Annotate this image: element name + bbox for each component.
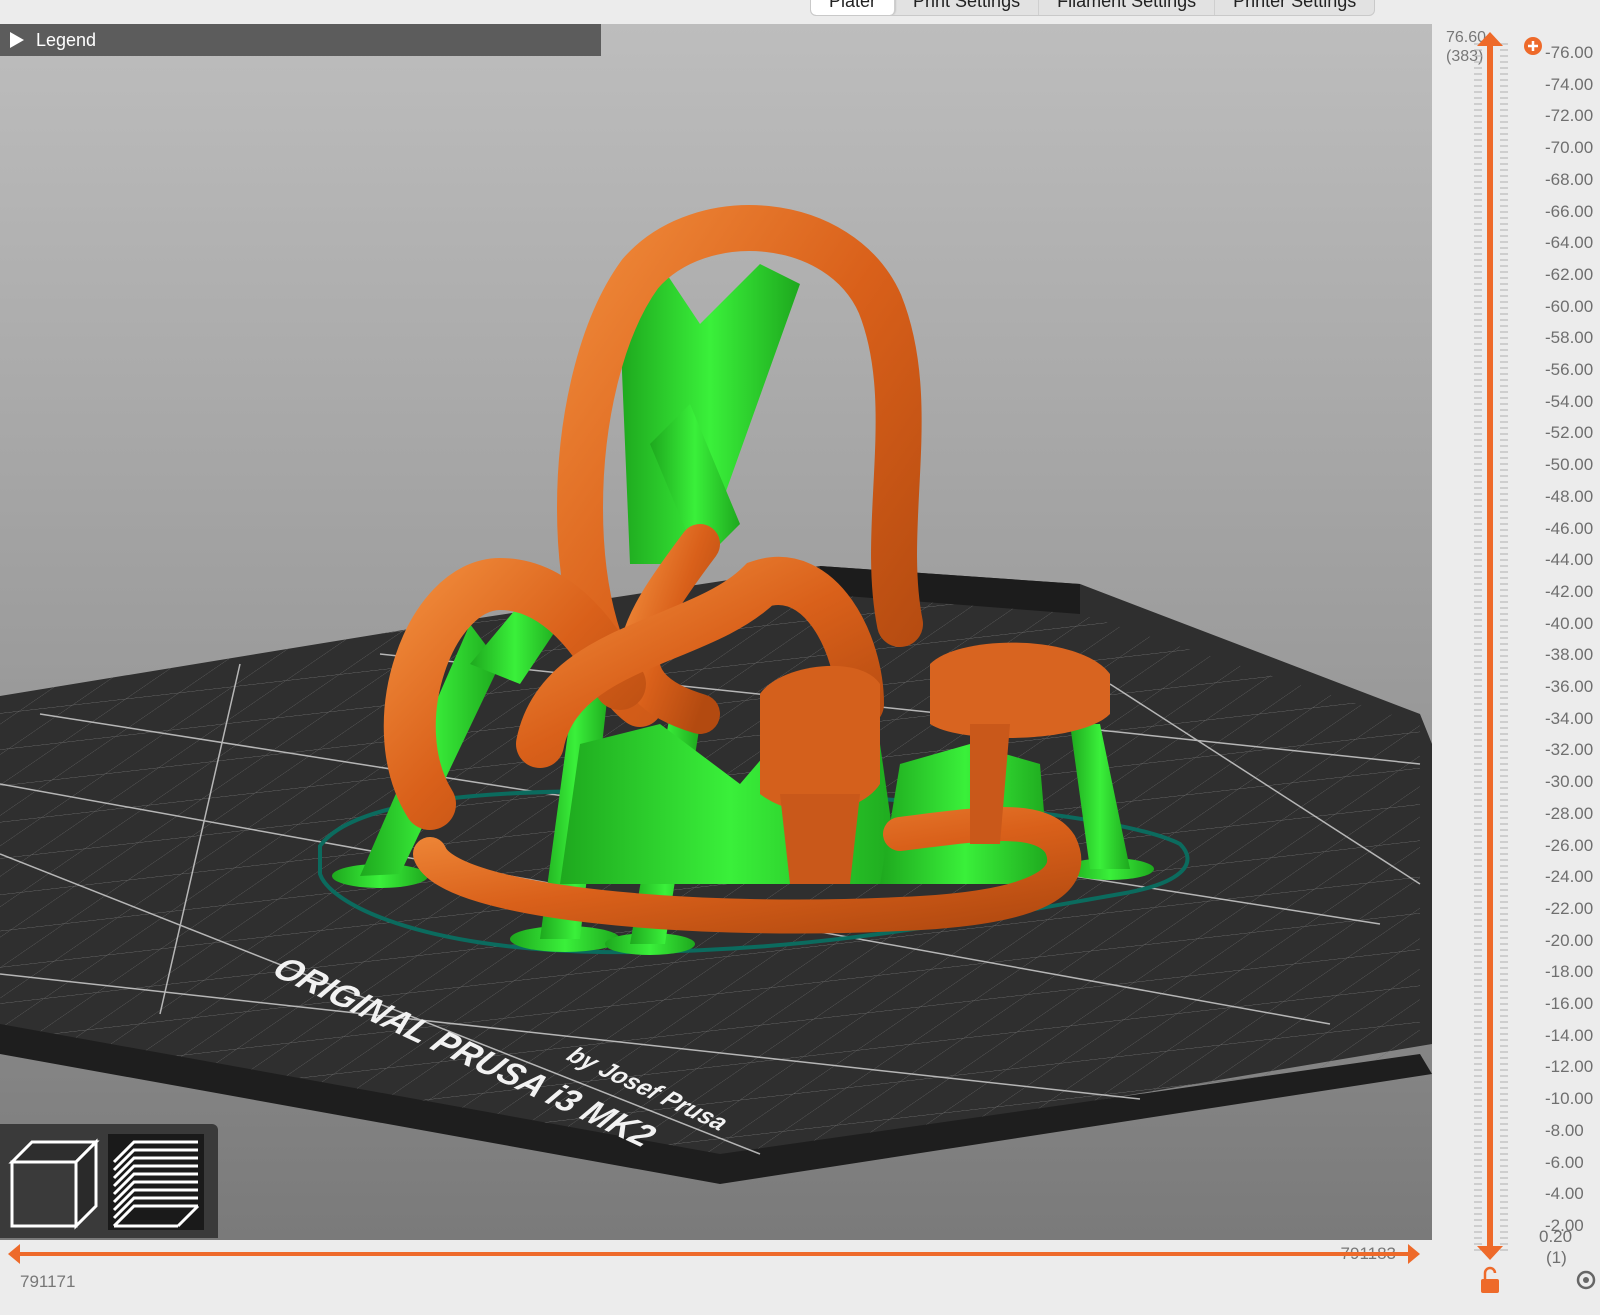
layers-view-button[interactable]: [108, 1134, 204, 1230]
layer-tick-label: -34.00: [1545, 708, 1594, 728]
layer-tick-label: -56.00: [1545, 360, 1594, 379]
layer-tick-label: -10.00: [1545, 1089, 1594, 1109]
move-slider-left-value: 791171: [20, 1272, 76, 1291]
layer-tick-label: -12.00: [1545, 1057, 1594, 1077]
layer-tick-label: -28.00: [1545, 803, 1594, 823]
layers-view-icon: [112, 1140, 200, 1228]
layer-tick-label: -30.00: [1545, 772, 1594, 792]
layer-slider[interactable]: 76.60 (383) -76.00 -74.00 -72.00 -70.00 -68.…: [1432, 24, 1600, 1315]
layer-tick-label: -50.00: [1545, 455, 1594, 475]
layer-tick-label: -64.00: [1545, 233, 1594, 253]
3d-preview-viewport[interactable]: ORIGINAL PRUSA i3 MK2 by Josef Prusa Leg…: [0, 24, 1432, 1240]
lower-thumb-icon[interactable]: [1477, 1246, 1503, 1260]
layer-tick-label: -22.00: [1545, 898, 1594, 918]
move-slider[interactable]: 791183 791171: [0, 1240, 1432, 1315]
layer-tick-label: -38.00: [1545, 645, 1594, 665]
layer-tick-label: -4.00: [1545, 1184, 1584, 1204]
layer-tick-label: -70.00: [1545, 138, 1594, 158]
layer-tick-label: -8.00: [1545, 1120, 1584, 1140]
tab-plater[interactable]: Plater: [811, 0, 896, 15]
bottom-height-value: 0.20: [1539, 1227, 1573, 1246]
layer-tick-label: -76.00: [1545, 43, 1594, 62]
add-color-change-icon[interactable]: [1524, 37, 1542, 55]
layer-tick-label: -48.00: [1545, 486, 1594, 506]
settings-gear-icon[interactable]: [1576, 1270, 1596, 1290]
layer-tick-label: -66.00: [1545, 201, 1594, 221]
layer-tick-label: -6.00: [1545, 1152, 1584, 1172]
layer-tick-label: -20.00: [1545, 930, 1594, 950]
layer-tick-label: -68.00: [1545, 169, 1594, 189]
layer-tick-label: -26.00: [1545, 835, 1594, 855]
layer-tick-label: -32.00: [1545, 740, 1594, 760]
layer-tick-label: -44.00: [1545, 550, 1594, 570]
layer-tick-label: -40.00: [1545, 613, 1594, 633]
3d-view-icon: [8, 1138, 100, 1230]
preview-scene: ORIGINAL PRUSA i3 MK2 by Josef Prusa: [0, 24, 1432, 1240]
layer-tick-label: -62.00: [1545, 264, 1594, 284]
layer-tick-label: -14.00: [1545, 1025, 1594, 1045]
tab-bar: Plater Print Settings Filament Settings …: [0, 0, 1600, 24]
view-mode-toggle: [0, 1124, 218, 1238]
legend-toggle[interactable]: Legend: [0, 24, 601, 56]
layer-tick-label: -72.00: [1545, 106, 1594, 126]
layer-tick-label: -16.00: [1545, 994, 1594, 1013]
layer-tick-label: -52.00: [1545, 423, 1594, 443]
left-thumb-icon[interactable]: [8, 1244, 20, 1264]
expand-triangle-icon: [10, 32, 24, 48]
tab-print-settings[interactable]: Print Settings: [895, 0, 1040, 15]
legend-label: Legend: [36, 29, 97, 50]
bottom-layer-number: (1): [1546, 1248, 1567, 1267]
layer-tick-label: -18.00: [1545, 962, 1594, 982]
layer-tick-label: -54.00: [1545, 391, 1594, 411]
layer-tick-label: -58.00: [1545, 328, 1594, 348]
unlock-icon[interactable]: [1481, 1266, 1499, 1293]
tab-filament-settings[interactable]: Filament Settings: [1039, 0, 1216, 15]
layer-tick-label: -24.00: [1545, 867, 1594, 887]
layer-tick-label: -42.00: [1545, 581, 1594, 601]
move-slider-track-svg: [8, 1244, 1420, 1264]
layer-tick-label: -46.00: [1545, 518, 1594, 538]
layer-tick-label: -74.00: [1545, 74, 1594, 94]
layer-tick-label: -36.00: [1545, 677, 1594, 696]
tab-strip: Plater Print Settings Filament Settings …: [810, 0, 1376, 16]
right-thumb-icon[interactable]: [1408, 1244, 1420, 1264]
upper-thumb-icon[interactable]: [1477, 32, 1503, 46]
3d-view-button[interactable]: [6, 1134, 102, 1230]
layer-tick-label: -60.00: [1545, 296, 1594, 316]
tab-printer-settings[interactable]: Printer Settings: [1215, 0, 1374, 15]
